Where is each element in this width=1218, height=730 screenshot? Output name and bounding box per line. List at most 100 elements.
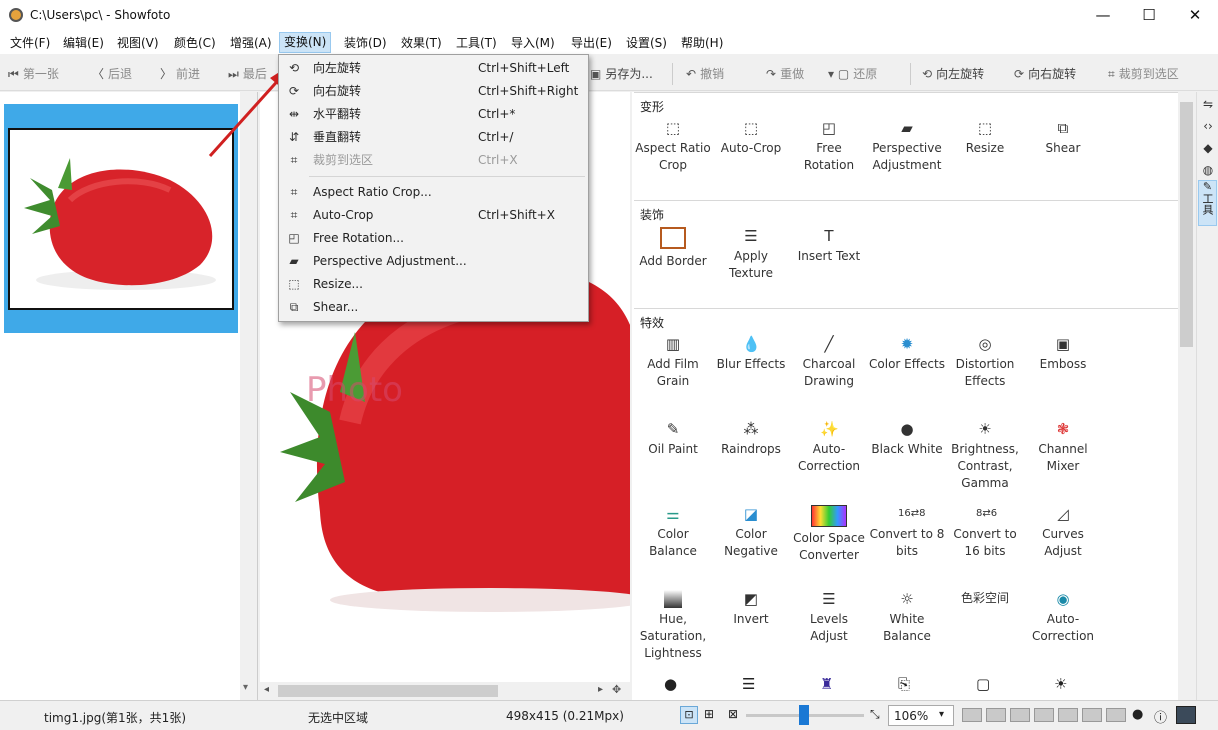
scroll-left-icon[interactable]: ◂ bbox=[264, 684, 269, 695]
histogram-blue-icon[interactable] bbox=[1010, 708, 1030, 722]
tools-tab[interactable]: ✎ 工具 bbox=[1198, 180, 1217, 226]
tool-insert-text[interactable]: T Insert Text bbox=[790, 227, 868, 265]
maximize-button[interactable]: ☐ bbox=[1126, 0, 1172, 31]
menu-item-flip-horizontal[interactable]: ⇹ 水平翻转 Ctrl+* bbox=[279, 103, 588, 125]
menu-export[interactable]: 导出(E) bbox=[567, 34, 616, 52]
tool-oil-paint[interactable]: ✎ Oil Paint bbox=[634, 420, 712, 458]
tool-emboss[interactable]: ▣ Emboss bbox=[1024, 335, 1102, 373]
restore-button[interactable]: ▾ ▢ 还原 bbox=[828, 64, 877, 84]
zoom-100-icon[interactable]: ⊞ bbox=[704, 707, 714, 721]
menu-help[interactable]: 帮助(H) bbox=[677, 34, 727, 52]
histogram-red-icon[interactable] bbox=[962, 708, 982, 722]
code-tab-icon[interactable]: ‹› bbox=[1200, 118, 1216, 134]
tool-convert-8-bits[interactable]: 16⇄8 Convert to 8 bits bbox=[868, 505, 946, 560]
tool-color-negative[interactable]: ◪ Color Negative bbox=[712, 505, 790, 560]
menu-enhance[interactable]: 增强(A) bbox=[226, 34, 276, 52]
menu-item-auto-crop[interactable]: ⌗ Auto-Crop Ctrl+Shift+X bbox=[279, 204, 588, 226]
menu-view[interactable]: 视图(V) bbox=[113, 34, 163, 52]
histogram-green-icon[interactable] bbox=[986, 708, 1006, 722]
scroll-thumb[interactable] bbox=[278, 685, 498, 697]
wizard-icon[interactable]: ♜ bbox=[820, 675, 833, 693]
crop-to-selection-button[interactable]: ⌗ 裁剪到选区 bbox=[1108, 64, 1179, 84]
scroll-down-icon[interactable]: ▾ bbox=[243, 682, 248, 693]
canvas-horizontal-scrollbar[interactable]: ◂ ▸ ✥ bbox=[260, 682, 630, 700]
menu-item-rotate-right[interactable]: ⟳ 向右旋转 Ctrl+Shift+Right bbox=[279, 80, 588, 102]
zoom-slider-handle[interactable] bbox=[799, 705, 809, 725]
menu-item-flip-vertical[interactable]: ⇵ 垂直翻转 Ctrl+/ bbox=[279, 126, 588, 148]
menu-transform[interactable]: 变换(N) bbox=[279, 32, 332, 53]
redo-button[interactable]: ↷ 重做 bbox=[766, 64, 804, 84]
zoom-fit-icon[interactable]: ⊡ bbox=[680, 706, 698, 724]
tool-auto-crop[interactable]: ⬚ Auto-Crop bbox=[712, 119, 790, 157]
scroll-right-icon[interactable]: ▸ bbox=[598, 684, 603, 695]
lock-icon[interactable]: ⎘ bbox=[898, 675, 910, 693]
menu-item-free-rotation[interactable]: ◰ Free Rotation... bbox=[279, 227, 588, 249]
tool-resize[interactable]: ⬚ Resize bbox=[946, 119, 1024, 157]
info-light-icon[interactable]: ⓘ bbox=[1154, 707, 1167, 726]
tool-color-space-converter[interactable]: Color Space Converter bbox=[790, 505, 868, 564]
tool-free-rotation[interactable]: ◰ Free Rotation bbox=[790, 119, 868, 174]
zoom-combo[interactable]: 106% ▾ bbox=[888, 705, 954, 726]
menu-decorate[interactable]: 装饰(D) bbox=[340, 34, 391, 52]
info-dark-icon[interactable]: ● bbox=[1132, 707, 1143, 722]
rotate-left-button[interactable]: ⟲ 向左旋转 bbox=[922, 64, 984, 84]
menu-edit[interactable]: 编辑(E) bbox=[59, 34, 108, 52]
first-button[interactable]: ⏮ 第一张 bbox=[8, 64, 59, 84]
sun-icon[interactable]: ☀ bbox=[1054, 675, 1067, 693]
histogram-mask-icon[interactable] bbox=[1106, 708, 1126, 722]
tool-levels-adjust[interactable]: ☰ Levels Adjust bbox=[790, 590, 868, 645]
tool-curves-adjust[interactable]: ◿ Curves Adjust bbox=[1024, 505, 1102, 560]
paint-bucket-tab-icon[interactable]: ◆ bbox=[1200, 140, 1216, 156]
zoom-fit-screen-icon[interactable]: ⤡ bbox=[870, 707, 880, 722]
tool-add-film-grain[interactable]: ▥ Add Film Grain bbox=[634, 335, 712, 390]
menu-import[interactable]: 导入(M) bbox=[507, 34, 559, 52]
adjust-tab-icon[interactable]: ⇋ bbox=[1200, 96, 1216, 112]
back-button[interactable]: 〈后退 bbox=[92, 64, 132, 84]
zoom-selection-icon[interactable]: ⊠ bbox=[728, 707, 738, 721]
menu-effects[interactable]: 效果(T) bbox=[397, 34, 446, 52]
rotate-right-button[interactable]: ⟳ 向右旋转 bbox=[1014, 64, 1076, 84]
stack-icon[interactable]: ☰ bbox=[742, 675, 755, 693]
tool-black-white[interactable]: ● Black White bbox=[868, 420, 946, 458]
tool-convert-16-bits[interactable]: 8⇄6 Convert to 16 bits bbox=[946, 505, 1024, 560]
tool-brightness-contrast-gamma[interactable]: ☀ Brightness, Contrast, Gamma bbox=[946, 420, 1024, 492]
tool-aspect-ratio-crop[interactable]: ⬚ Aspect Ratio Crop bbox=[634, 119, 712, 174]
menu-item-aspect-ratio-crop[interactable]: ⌗ Aspect Ratio Crop... bbox=[279, 181, 588, 203]
tool-channel-mixer[interactable]: ❃ Channel Mixer bbox=[1024, 420, 1102, 475]
histogram-luma-icon[interactable] bbox=[1058, 708, 1078, 722]
tool-perspective-adjustment[interactable]: ▰ Perspective Adjustment bbox=[868, 119, 946, 174]
histogram-color-icon[interactable] bbox=[1082, 708, 1102, 722]
undo-button[interactable]: ↶ 撤销 bbox=[686, 64, 724, 84]
tool-add-border[interactable]: Add Border bbox=[634, 227, 712, 270]
tool-white-balance[interactable]: ☼ White Balance bbox=[868, 590, 946, 645]
menu-tools[interactable]: 工具(T) bbox=[452, 34, 501, 52]
menu-item-resize[interactable]: ⬚ Resize... bbox=[279, 273, 588, 295]
navigate-icon[interactable]: ✥ bbox=[612, 683, 621, 696]
frame-icon[interactable]: ▢ bbox=[976, 675, 990, 693]
tool-color-space[interactable]: 色彩空间 bbox=[946, 590, 1024, 607]
scroll-thumb[interactable] bbox=[1180, 102, 1193, 347]
histogram-alpha-icon[interactable] bbox=[1034, 708, 1054, 722]
thumbnail-bar[interactable] bbox=[0, 92, 258, 700]
forward-button[interactable]: 〉前进 bbox=[160, 64, 200, 84]
preview-icon[interactable] bbox=[1176, 706, 1196, 724]
tool-color-effects[interactable]: ✹ Color Effects bbox=[868, 335, 946, 373]
tool-shear[interactable]: ⧉ Shear bbox=[1024, 119, 1102, 157]
tool-charcoal-drawing[interactable]: ╱ Charcoal Drawing bbox=[790, 335, 868, 390]
menu-color[interactable]: 颜色(C) bbox=[170, 34, 220, 52]
menu-file[interactable]: 文件(F) bbox=[6, 34, 54, 52]
menu-item-perspective-adjustment[interactable]: ▰ Perspective Adjustment... bbox=[279, 250, 588, 272]
close-button[interactable]: ✕ bbox=[1172, 0, 1218, 31]
tools-scrollbar[interactable] bbox=[1178, 92, 1195, 700]
tool-color-balance[interactable]: ⚌ Color Balance bbox=[634, 505, 712, 560]
tool-auto-correction[interactable]: ✨ Auto-Correction bbox=[790, 420, 868, 475]
thumbnail-scrollbar[interactable]: ▾ bbox=[240, 92, 257, 700]
drop-icon[interactable]: ● bbox=[664, 675, 677, 693]
menu-item-rotate-left[interactable]: ⟲ 向左旋转 Ctrl+Shift+Left bbox=[279, 57, 588, 79]
tool-auto-correction-2[interactable]: ◉ Auto-Correction bbox=[1024, 590, 1102, 645]
menu-settings[interactable]: 设置(S) bbox=[622, 34, 671, 52]
menu-item-shear[interactable]: ⧉ Shear... bbox=[279, 296, 588, 318]
globe-tab-icon[interactable]: ◍ bbox=[1200, 162, 1216, 178]
tool-hue-saturation-lightness[interactable]: Hue, Saturation, Lightness bbox=[634, 590, 712, 662]
tool-raindrops[interactable]: ⁂ Raindrops bbox=[712, 420, 790, 458]
